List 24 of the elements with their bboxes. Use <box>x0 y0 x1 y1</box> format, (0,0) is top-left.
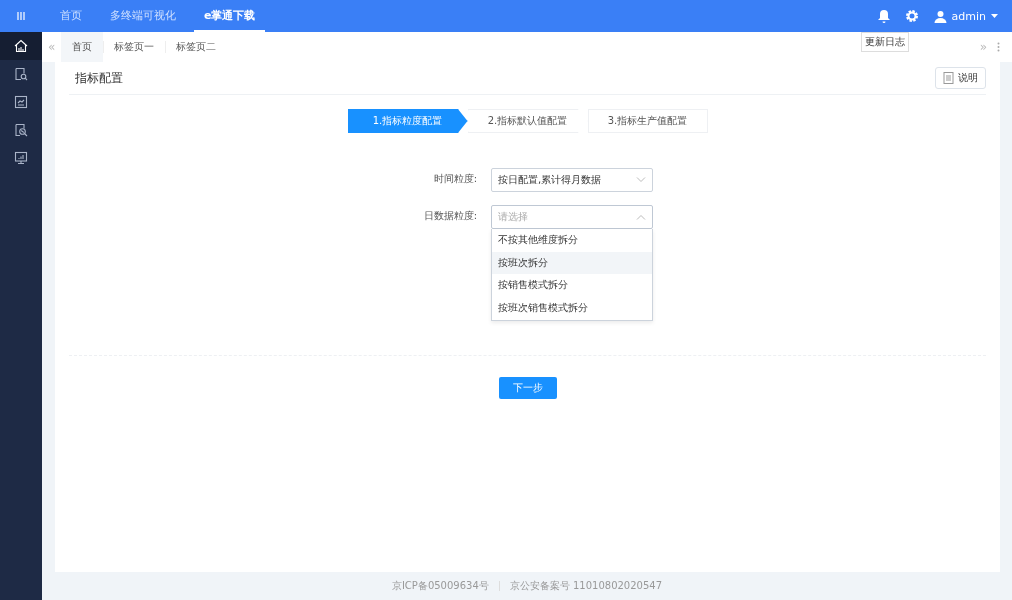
chevron-icon <box>636 177 646 183</box>
footer-text: 京公安备案号 11010802020547 <box>509 579 663 593</box>
dropdown-option[interactable]: 按班次拆分 <box>492 251 652 274</box>
field-label: 时间粒度: <box>432 172 478 186</box>
dropdown-option[interactable]: 按销售模式拆分 <box>492 274 652 297</box>
home-icon[interactable] <box>0 32 42 60</box>
dropdown-option[interactable]: 按班次销售模式拆分 <box>492 296 652 319</box>
user-name[interactable]: admin <box>951 9 986 23</box>
footer-text: 京ICP备05009634号 <box>391 579 489 593</box>
user-icon <box>933 9 947 23</box>
tooltip: 更新日志 <box>860 31 909 52</box>
page-tab[interactable]: 首页 <box>61 32 104 62</box>
card-title: 指标配置 <box>75 69 123 87</box>
page-tab[interactable]: 标签页二 <box>165 32 228 62</box>
page-tab[interactable]: 标签页一 <box>103 32 166 62</box>
select-field[interactable]: 按日配置,累计得月数据 <box>491 168 653 192</box>
help-button[interactable]: 说明 <box>935 67 986 89</box>
caret-icon[interactable] <box>991 14 998 18</box>
dropdown-option[interactable]: 不按其他维度拆分 <box>492 229 652 252</box>
field-label: 日数据粒度: <box>422 209 478 223</box>
document-icon <box>943 72 954 84</box>
settings-icon[interactable] <box>904 9 919 23</box>
chevron-icon <box>636 214 646 220</box>
step-tab[interactable]: 3.指标生产值配置 <box>587 109 708 133</box>
